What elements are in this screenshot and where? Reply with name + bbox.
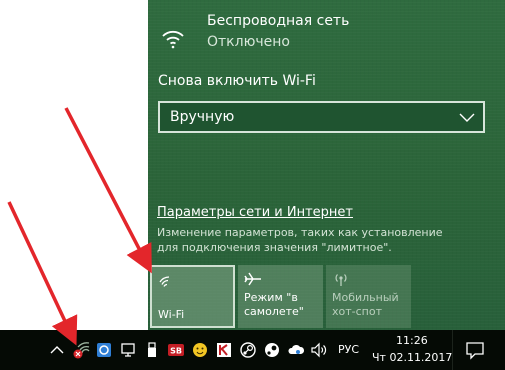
wireless-network-item[interactable]: Беспроводная сеть Отключено — [160, 10, 480, 54]
svg-text:SB: SB — [170, 347, 182, 356]
network-error-icon[interactable] — [72, 341, 90, 359]
clock-date[interactable]: Чт 02.11.2017 — [372, 351, 452, 364]
steam-icon[interactable] — [239, 341, 257, 359]
cloud-icon[interactable] — [287, 341, 305, 359]
sb-icon[interactable]: SB — [167, 341, 185, 359]
app-blue-icon[interactable] — [95, 341, 113, 359]
mobile-hotspot-tile[interactable]: Мобильный хот-спот — [326, 265, 411, 328]
network-settings-link[interactable]: Параметры сети и Интернет — [157, 205, 353, 220]
wifi-disabled-icon — [162, 30, 184, 49]
wifi-tile-label: Wi-Fi — [158, 308, 185, 321]
network-status: Отключено — [207, 34, 290, 50]
wifi-toggle-tile[interactable]: Wi-Fi — [150, 265, 235, 328]
chevron-down-icon — [459, 113, 475, 122]
network-settings-description: Изменение параметров, таких как установл… — [157, 226, 443, 254]
usb-icon[interactable] — [143, 341, 161, 359]
notification-icon[interactable] — [465, 340, 485, 360]
network-flyout: Беспроводная сеть Отключено Снова включи… — [148, 0, 505, 330]
steam-icon[interactable] — [263, 341, 281, 359]
volume-icon[interactable] — [310, 341, 328, 359]
chevron-up-icon[interactable] — [48, 341, 66, 359]
taskbar: SB РУС 11:26 Чт 02.11.2017 — [0, 330, 505, 370]
reenable-wifi-dropdown[interactable]: Вручную — [158, 101, 485, 133]
reenable-wifi-value: Вручную — [170, 109, 235, 125]
display-icon[interactable] — [119, 341, 137, 359]
airplane-mode-tile[interactable]: Режим "в самолете" — [238, 265, 323, 328]
clock-time[interactable]: 11:26 — [396, 334, 428, 347]
taskbar-separator — [452, 330, 453, 370]
emoji-icon[interactable] — [191, 341, 209, 359]
airplane-icon — [244, 272, 261, 286]
hotspot-tile-label-line1: Мобильный — [332, 291, 399, 304]
k-icon[interactable] — [215, 341, 233, 359]
desktop-background — [0, 0, 148, 330]
wifi-icon — [159, 276, 170, 287]
hotspot-icon — [335, 274, 347, 286]
hotspot-tile-label-line2: хот-спот — [332, 305, 382, 318]
network-name: Беспроводная сеть — [207, 13, 350, 29]
airplane-tile-label-line2: самолете" — [244, 305, 304, 318]
reenable-wifi-label: Снова включить Wi-Fi — [158, 73, 316, 89]
input-language[interactable]: РУС — [338, 343, 359, 356]
airplane-tile-label-line1: Режим "в — [244, 291, 298, 304]
